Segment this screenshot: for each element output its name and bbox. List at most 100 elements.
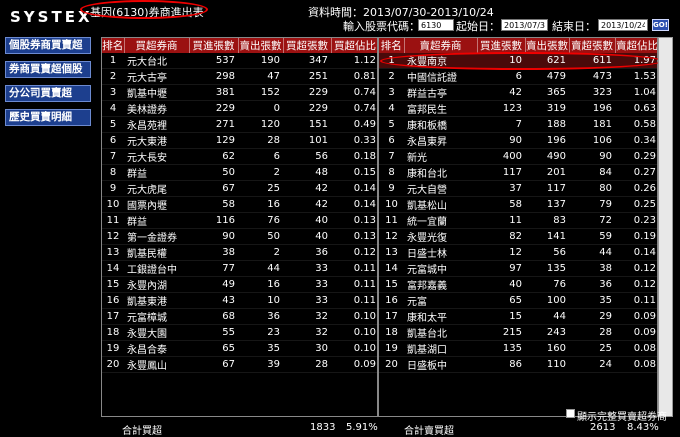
net-sell-cell: 7 — [379, 148, 404, 165]
net-buy-row[interactable]: 19 永昌合泰 65 35 30 0.10 — [102, 340, 377, 357]
net-buy-cell: 永昌苑裡 — [124, 116, 189, 133]
net-sell-row[interactable]: 4 富邦民生 123 319 196 0.63 — [379, 100, 657, 117]
net-buy-row[interactable]: 16 凱基東港 43 10 33 0.11 — [102, 292, 377, 309]
net-buy-header-cell: 買超券商 — [124, 38, 190, 53]
vertical-scrollbar[interactable] — [658, 37, 673, 417]
net-buy-cell: 8 — [102, 164, 124, 181]
net-buy-cell: 元大虎尾 — [124, 180, 189, 197]
net-buy-row[interactable]: 1 元大台北 537 190 347 1.12 — [102, 53, 377, 69]
sidebar-item-history-detail[interactable]: 歷史買賣明細 — [5, 109, 91, 126]
net-buy-cell: 0.18 — [331, 148, 377, 165]
net-sell-cell: 8 — [379, 164, 404, 181]
net-sell-table: 排名 賣超券商 買進張數 賣出張數 賣超張數 賣超佔比 1 永豐南京 10 621 611 1.97… — [379, 38, 657, 373]
net-buy-row[interactable]: 11 群益 116 76 40 0.13 — [102, 212, 377, 229]
net-buy-cell: 永豐大園 — [124, 324, 189, 341]
net-buy-cell: 2 — [238, 164, 283, 181]
net-buy-cell: 0.10 — [331, 340, 377, 357]
net-sell-cell: 38 — [569, 260, 615, 277]
net-buy-row[interactable]: 18 永豐大園 55 23 32 0.10 — [102, 324, 377, 341]
sidebar-item-broker-net-stocks[interactable]: 券商買賣超個股 — [5, 61, 91, 78]
net-sell-cell: 11 — [477, 212, 525, 229]
stock-code-input[interactable] — [418, 19, 454, 31]
net-buy-cell: 58 — [189, 196, 238, 213]
net-sell-row[interactable]: 10 凱基松山 58 137 79 0.25 — [379, 196, 657, 213]
net-buy-cell: 33 — [283, 260, 331, 277]
net-buy-row[interactable]: 12 第一金證券 90 50 40 0.13 — [102, 228, 377, 245]
net-buy-cell: 9 — [102, 180, 124, 197]
net-sell-cell: 永昌東昇 — [404, 132, 477, 149]
sidebar-item-stock-broker-net[interactable]: 個股券商買賣超 — [5, 37, 91, 54]
net-sell-row[interactable]: 7 新光 400 490 90 0.29 — [379, 148, 657, 165]
net-buy-total-label: 合計買超 — [122, 426, 162, 437]
net-sell-row[interactable]: 17 康和太平 15 44 29 0.09 — [379, 308, 657, 325]
net-sell-cell: 0.08 — [615, 356, 657, 373]
net-sell-cell: 康和板橋 — [404, 116, 477, 133]
net-buy-cell: 11 — [102, 212, 124, 229]
net-sell-row[interactable]: 14 元富城中 97 135 38 0.12 — [379, 260, 657, 277]
net-buy-cell: 0.11 — [331, 260, 377, 277]
net-sell-row[interactable]: 6 永昌東昇 90 196 106 0.34 — [379, 132, 657, 149]
net-buy-row[interactable]: 5 永昌苑裡 271 120 151 0.49 — [102, 116, 377, 133]
net-sell-row[interactable]: 20 日盛板中 86 110 24 0.08 — [379, 356, 657, 373]
net-sell-cell: 490 — [525, 148, 569, 165]
net-buy-row[interactable]: 14 工銀證台中 77 44 33 0.11 — [102, 260, 377, 277]
start-date-input[interactable] — [501, 19, 548, 31]
net-buy-cell: 42 — [283, 196, 331, 213]
net-sell-row[interactable]: 16 元富 65 100 35 0.11 — [379, 292, 657, 309]
net-buy-cell: 48 — [283, 164, 331, 181]
net-sell-total-label: 合計賣買超 — [404, 426, 454, 437]
net-sell-cell: 17 — [379, 308, 404, 325]
net-buy-row[interactable]: 17 元富樟城 68 36 32 0.10 — [102, 308, 377, 325]
net-buy-row[interactable]: 2 元大古亭 298 47 251 0.81 — [102, 68, 377, 85]
totals-footer: 顯示完整買賣超券商 合計買超 1833 5.91% 合計賣買超 2613 8.4… — [0, 408, 680, 437]
net-buy-cell: 28 — [238, 132, 283, 149]
sidebar-item-branch-net[interactable]: 分公司買賣超 — [5, 85, 91, 102]
net-buy-cell: 129 — [189, 132, 238, 149]
net-sell-row[interactable]: 5 康和板橋 7 188 181 0.58 — [379, 116, 657, 133]
net-sell-row[interactable]: 1 永豐南京 10 621 611 1.97 — [379, 53, 657, 69]
net-buy-cell: 12 — [102, 228, 124, 245]
net-sell-cell: 10 — [477, 53, 525, 69]
net-sell-cell: 215 — [477, 324, 525, 341]
net-sell-row[interactable]: 3 群益古亭 42 365 323 1.04 — [379, 84, 657, 101]
net-buy-row[interactable]: 6 元大東港 129 28 101 0.33 — [102, 132, 377, 149]
show-all-brokers-label: 顯示完整買賣超券商 — [577, 412, 667, 423]
net-buy-row[interactable]: 3 凱基中壢 381 152 229 0.74 — [102, 84, 377, 101]
show-all-brokers-checkbox[interactable] — [566, 409, 575, 418]
net-sell-cell: 元富城中 — [404, 260, 477, 277]
net-sell-cell: 106 — [569, 132, 615, 149]
net-sell-panel: 排名 賣超券商 買進張數 賣出張數 賣超張數 賣超佔比 1 永豐南京 10 621 611 1.97… — [378, 37, 658, 417]
net-buy-cell: 35 — [238, 340, 283, 357]
net-sell-cell: 44 — [525, 308, 569, 325]
go-button[interactable]: GO! — [652, 19, 669, 31]
net-buy-cell: 0.13 — [331, 228, 377, 245]
net-buy-row[interactable]: 13 凱基民權 38 2 36 0.12 — [102, 244, 377, 261]
net-buy-row[interactable]: 9 元大虎尾 67 25 42 0.14 — [102, 180, 377, 197]
net-buy-header-cell: 買超佔比 — [331, 38, 377, 53]
net-buy-cell: 40 — [283, 228, 331, 245]
net-sell-row[interactable]: 12 永豐光復 82 141 59 0.19 — [379, 228, 657, 245]
net-buy-row[interactable]: 8 群益 50 2 48 0.15 — [102, 164, 377, 181]
net-sell-row[interactable]: 2 中國信託證 6 479 473 1.53 — [379, 68, 657, 85]
net-sell-row[interactable]: 9 元大自營 37 117 80 0.26 — [379, 180, 657, 197]
net-sell-row[interactable]: 15 富邦嘉義 40 76 36 0.12 — [379, 276, 657, 293]
net-sell-cell: 58 — [477, 196, 525, 213]
net-sell-row[interactable]: 13 日盛士林 12 56 44 0.14 — [379, 244, 657, 261]
net-buy-cell: 19 — [102, 340, 124, 357]
net-buy-cell: 42 — [283, 180, 331, 197]
net-sell-row[interactable]: 8 康和台北 117 201 84 0.27 — [379, 164, 657, 181]
net-sell-row[interactable]: 11 統一宜蘭 11 83 72 0.23 — [379, 212, 657, 229]
net-sell-cell: 0.19 — [615, 228, 657, 245]
net-buy-row[interactable]: 15 永豐內湖 49 16 33 0.11 — [102, 276, 377, 293]
net-buy-cell: 20 — [102, 356, 124, 373]
net-buy-row[interactable]: 7 元大長安 62 6 56 0.18 — [102, 148, 377, 165]
net-sell-row[interactable]: 19 凱基湖口 135 160 25 0.08 — [379, 340, 657, 357]
net-sell-row[interactable]: 18 凱基台北 215 243 28 0.09 — [379, 324, 657, 341]
net-sell-cell: 100 — [525, 292, 569, 309]
net-sell-cell: 36 — [569, 276, 615, 293]
net-buy-row[interactable]: 10 國票內壢 58 16 42 0.14 — [102, 196, 377, 213]
net-sell-cell: 19 — [379, 340, 404, 357]
net-buy-row[interactable]: 4 美林證券 229 0 229 0.74 — [102, 100, 377, 117]
end-date-input[interactable] — [598, 19, 648, 31]
net-buy-row[interactable]: 20 永豐鳳山 67 39 28 0.09 — [102, 356, 377, 373]
